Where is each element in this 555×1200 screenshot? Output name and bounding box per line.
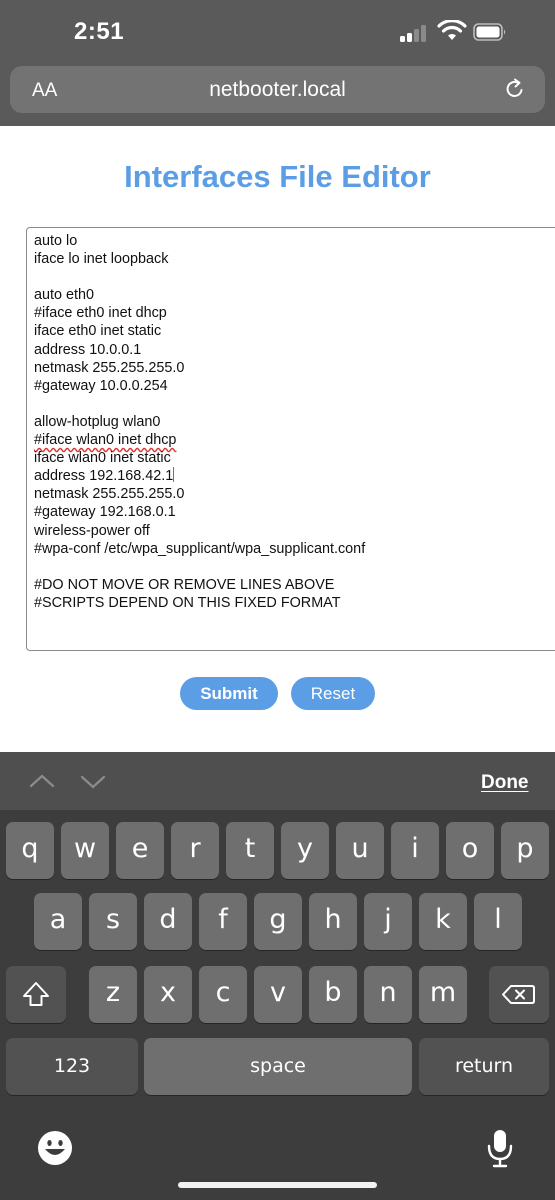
interfaces-textarea[interactable]: auto lo iface lo inet loopback auto eth0… [26,227,555,651]
reload-icon[interactable] [504,78,526,100]
space-key[interactable]: space [144,1038,412,1095]
key-o[interactable]: o [446,822,494,879]
url-text: netbooter.local [209,78,346,101]
file-line: address 10.0.0.1 [34,341,142,358]
microphone-icon[interactable] [486,1128,514,1168]
key-r[interactable]: r [171,822,219,879]
key-m[interactable]: m [419,966,467,1023]
file-line [34,395,555,413]
backspace-icon [502,985,535,1004]
key-u[interactable]: u [336,822,384,879]
key-j[interactable]: j [364,893,412,950]
submit-button[interactable]: Submit [180,677,278,710]
file-line: iface eth0 inet static [34,323,162,340]
file-line: allow-hotplug wlan0 [34,413,161,430]
file-line: #gateway 10.0.0.254 [34,377,168,394]
key-y[interactable]: y [281,822,329,879]
key-c[interactable]: c [199,966,247,1023]
address-bar[interactable]: AA netbooter.local [10,66,545,113]
chevron-down-icon[interactable] [79,768,107,794]
chevron-up-icon[interactable] [28,768,56,794]
done-button[interactable]: Done [481,772,529,794]
keyboard: q w e r t y u i o p a s d f g h j k l z … [0,810,555,1200]
reset-button[interactable]: Reset [291,677,375,710]
page-title: Interfaces File Editor [124,159,431,194]
file-line: #DO NOT MOVE OR REMOVE LINES ABOVE [34,576,335,593]
wifi-icon [437,20,467,40]
key-b[interactable]: b [309,966,357,1023]
file-line-misspelled: #iface wlan0 inet dhcp [34,432,177,449]
shift-icon [23,982,49,1006]
key-v[interactable]: v [254,966,302,1023]
key-z[interactable]: z [89,966,137,1023]
keyboard-accessory-bar: Done [0,752,555,810]
file-line [34,268,555,286]
emoji-icon[interactable] [37,1130,73,1166]
key-e[interactable]: e [116,822,164,879]
browser-chrome: 2:51 AA netbooter.local [0,0,555,126]
key-d[interactable]: d [144,893,192,950]
file-line: #wpa-conf /etc/wpa_supplicant/wpa_suppli… [34,540,366,557]
page-content: Interfaces File Editor auto lo iface lo … [0,126,555,752]
key-g[interactable]: g [254,893,302,950]
status-time: 2:51 [74,18,125,45]
file-line: wireless-power off [34,522,150,539]
cellular-signal-icon [400,24,428,42]
return-key[interactable]: return [419,1038,549,1095]
file-line-with-caret: address 192.168.42.1 [34,467,555,485]
file-line: netmask 255.255.255.0 [34,359,185,376]
key-n[interactable]: n [364,966,412,1023]
shift-key[interactable] [6,966,66,1023]
file-line: iface lo inet loopback [34,251,169,268]
file-line: netmask 255.255.255.0 [34,486,185,503]
key-p[interactable]: p [501,822,549,879]
file-line-text: address 192.168.42.1 [34,468,174,485]
file-line: #SCRIPTS DEPEND ON THIS FIXED FORMAT [34,594,341,611]
key-f[interactable]: f [199,893,247,950]
file-line: auto eth0 [34,287,95,304]
key-h[interactable]: h [309,893,357,950]
text-caret [173,467,175,483]
file-line [34,558,555,576]
key-k[interactable]: k [419,893,467,950]
key-q[interactable]: q [6,822,54,879]
battery-icon [473,23,506,41]
key-s[interactable]: s [89,893,137,950]
file-line: iface wlan0 inet static [34,450,171,467]
key-x[interactable]: x [144,966,192,1023]
numbers-key[interactable]: 123 [6,1038,138,1095]
key-i[interactable]: i [391,822,439,879]
delete-key[interactable] [489,966,549,1023]
home-indicator [178,1182,377,1188]
file-line: auto lo [34,233,78,249]
key-a[interactable]: a [34,893,82,950]
key-t[interactable]: t [226,822,274,879]
key-w[interactable]: w [61,822,109,879]
file-line: #iface eth0 inet dhcp [34,305,167,322]
key-l[interactable]: l [474,893,522,950]
file-line: #gateway 192.168.0.1 [34,504,176,521]
